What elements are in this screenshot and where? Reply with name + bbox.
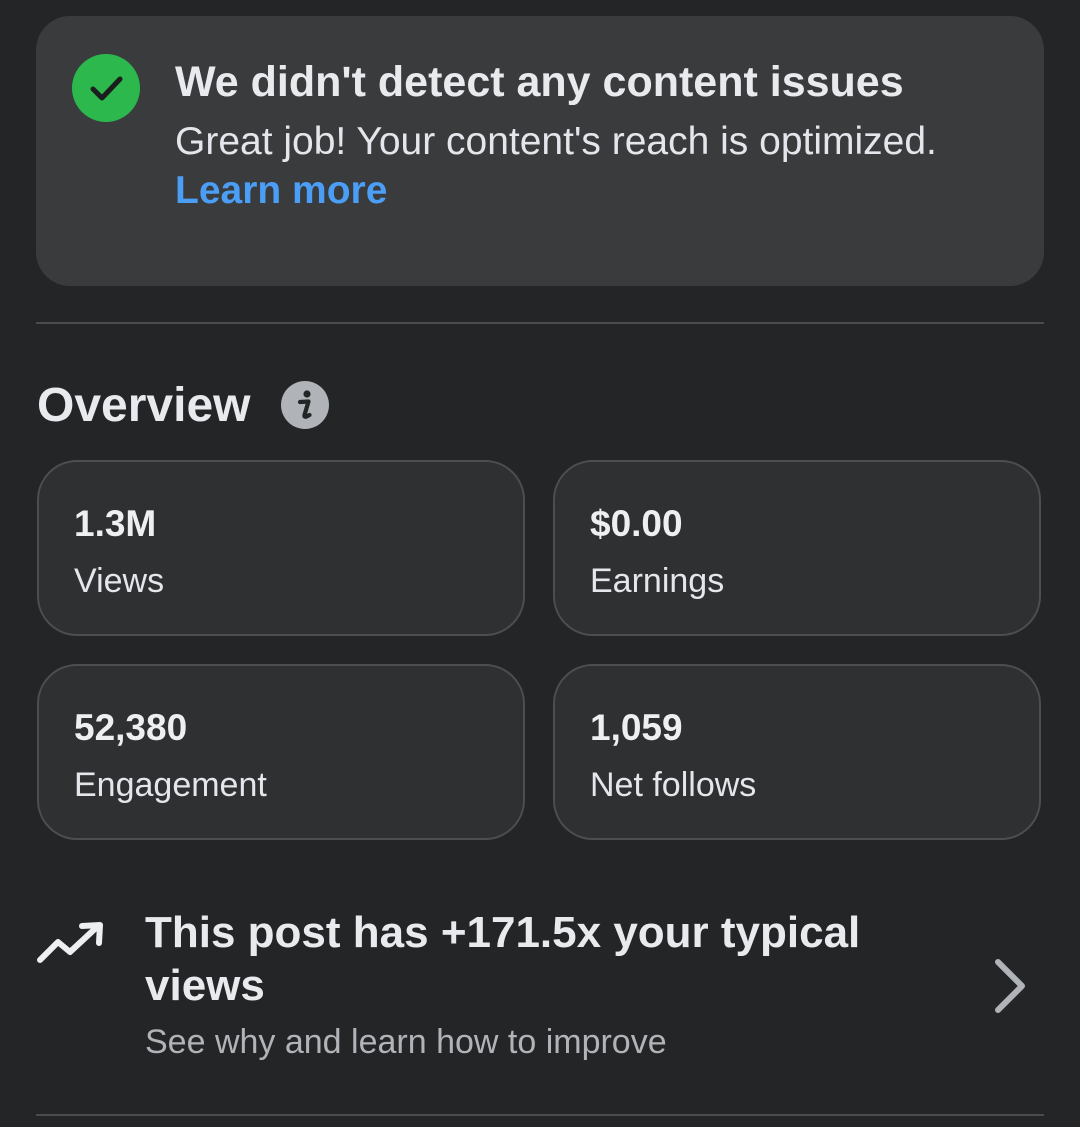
chevron-right-icon — [995, 959, 1025, 1013]
divider — [36, 322, 1044, 324]
learn-more-link[interactable]: Learn more — [175, 166, 387, 216]
metric-label: Engagement — [74, 766, 267, 804]
insight-subtitle: See why and learn how to improve — [145, 1023, 667, 1061]
content-status-banner: We didn't detect any content issues Grea… — [36, 16, 1044, 286]
metric-card-net-follows[interactable]: 1,059 Net follows — [553, 664, 1041, 840]
metric-value: 52,380 — [74, 707, 188, 748]
post-insights-page: We didn't detect any content issues Grea… — [0, 0, 1080, 1127]
metric-value: 1.3M — [74, 503, 157, 544]
metric-label: Net follows — [590, 766, 757, 804]
divider — [36, 1114, 1044, 1116]
metric-value: $0.00 — [590, 503, 683, 544]
views-insight-row[interactable]: This post has +171.5x your typical views… — [0, 890, 1080, 1080]
status-title: We didn't detect any content issues — [175, 58, 904, 106]
insight-title: This post has +171.5x your typical views — [145, 908, 861, 1010]
info-icon[interactable] — [281, 381, 329, 429]
metric-label: Earnings — [590, 562, 725, 600]
metric-label: Views — [74, 562, 165, 600]
metric-card-earnings[interactable]: $0.00 Earnings — [553, 460, 1041, 636]
metric-value: 1,059 — [590, 707, 683, 748]
check-circle-icon — [72, 54, 140, 122]
overview-title: Overview — [37, 379, 251, 432]
metric-card-views[interactable]: 1.3M Views — [37, 460, 525, 636]
metric-card-engagement[interactable]: 52,380 Engagement — [37, 664, 525, 840]
status-description: Great job! Your content's reach is optim… — [175, 120, 937, 163]
trending-up-icon — [37, 922, 103, 963]
